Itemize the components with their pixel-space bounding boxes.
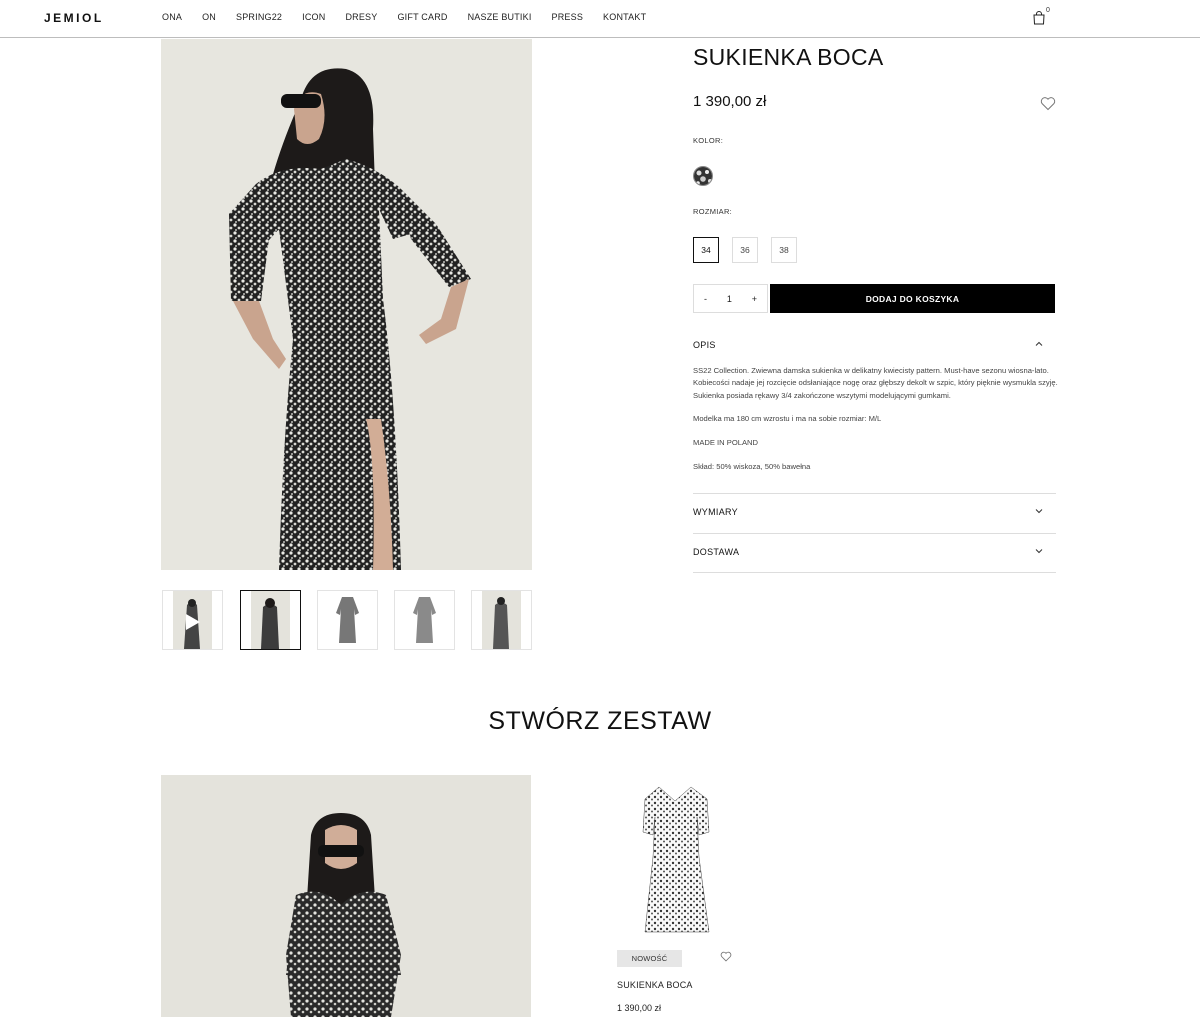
cart-button[interactable]: 0 bbox=[1033, 7, 1051, 27]
accordion-dostawa-title: DOSTAWA bbox=[693, 547, 740, 557]
nav-item-press[interactable]: PRESS bbox=[552, 12, 584, 22]
nav-item-ona[interactable]: ONA bbox=[162, 12, 182, 22]
qty-decrease-button[interactable]: - bbox=[704, 294, 707, 304]
divider bbox=[693, 572, 1056, 573]
nav-item-spring22[interactable]: SPRING22 bbox=[236, 12, 282, 22]
qty-value[interactable]: 1 bbox=[727, 294, 732, 304]
set-product-image[interactable] bbox=[617, 777, 735, 942]
description-model-info: Modelka ma 180 cm wzrostu i ma na sobie … bbox=[693, 414, 882, 423]
cart-count: 0 bbox=[1046, 7, 1050, 14]
nav-item-nasze-butiki[interactable]: NASZE BUTIKI bbox=[468, 12, 532, 22]
set-product-name[interactable]: SUKIENKA BOCA bbox=[617, 980, 693, 990]
card-wishlist-button[interactable] bbox=[720, 949, 732, 962]
description-made-in: MADE IN POLAND bbox=[693, 438, 758, 447]
accordion-opis-title: OPIS bbox=[693, 340, 716, 350]
size-label: ROZMIAR: bbox=[693, 207, 733, 216]
product-price: 1 390,00 zł bbox=[693, 93, 767, 110]
chevron-down-icon bbox=[1035, 547, 1043, 557]
accordion-wymiary-title: WYMIARY bbox=[693, 507, 738, 517]
set-product-price: 1 390,00 zł bbox=[617, 1003, 662, 1013]
add-to-cart-button[interactable]: DODAJ DO KOSZYKA bbox=[770, 284, 1055, 313]
site-logo[interactable]: JEMIOL bbox=[44, 11, 104, 25]
nav-item-gift-card[interactable]: GIFT CARD bbox=[397, 12, 447, 22]
divider bbox=[693, 493, 1056, 494]
accordion-dostawa-header[interactable]: DOSTAWA bbox=[693, 547, 1055, 557]
section-title-create-set: STWÓRZ ZESTAW bbox=[488, 707, 712, 735]
wishlist-button[interactable] bbox=[1040, 96, 1056, 111]
product-title: SUKIENKA BOCA bbox=[693, 44, 884, 70]
qty-increase-button[interactable]: + bbox=[752, 294, 757, 304]
divider bbox=[693, 533, 1056, 534]
nav-item-on[interactable]: ON bbox=[202, 12, 216, 22]
description-paragraph-1: SS22 Collection. Zwiewna damska sukienka… bbox=[693, 366, 1058, 400]
chevron-down-icon bbox=[1035, 507, 1043, 517]
thumbnail-3[interactable] bbox=[317, 590, 378, 650]
model-photo bbox=[229, 68, 471, 570]
size-option-36[interactable]: 36 bbox=[732, 237, 758, 263]
accordion-wymiary-header[interactable]: WYMIARY bbox=[693, 507, 1055, 517]
chevron-up-icon bbox=[1035, 340, 1043, 350]
size-option-34[interactable]: 34 bbox=[693, 237, 719, 263]
model-photo bbox=[286, 813, 401, 1017]
color-label: KOLOR: bbox=[693, 136, 724, 145]
thumbnail-4[interactable] bbox=[394, 590, 455, 650]
nav-item-icon[interactable]: ICON bbox=[302, 12, 325, 22]
product-main-image[interactable] bbox=[161, 39, 532, 570]
color-swatch-print[interactable] bbox=[693, 166, 713, 186]
shopping-bag-icon bbox=[1033, 11, 1045, 25]
thumbnail-5[interactable] bbox=[471, 590, 532, 650]
nav-item-dresy[interactable]: DRESY bbox=[345, 12, 377, 22]
heart-icon bbox=[1040, 97, 1056, 111]
thumbnail-2[interactable] bbox=[240, 590, 301, 650]
description-composition: Skład: 50% wiskoza, 50% bawełna bbox=[693, 462, 811, 471]
size-option-38[interactable]: 38 bbox=[771, 237, 797, 263]
accordion-opis-header[interactable]: OPIS bbox=[693, 340, 1055, 350]
heart-icon bbox=[720, 951, 732, 962]
thumbnail-strip bbox=[162, 590, 533, 650]
main-nav: ONA ON SPRING22 ICON DRESY GIFT CARD NAS… bbox=[162, 12, 666, 22]
quantity-stepper: - 1 + bbox=[693, 284, 768, 313]
nav-item-kontakt[interactable]: KONTAKT bbox=[603, 12, 646, 22]
site-header: JEMIOL ONA ON SPRING22 ICON DRESY GIFT C… bbox=[0, 0, 1200, 38]
set-lookbook-image[interactable] bbox=[161, 775, 531, 1017]
new-badge: NOWOŚĆ bbox=[617, 950, 682, 967]
thumbnail-video[interactable] bbox=[162, 590, 223, 650]
